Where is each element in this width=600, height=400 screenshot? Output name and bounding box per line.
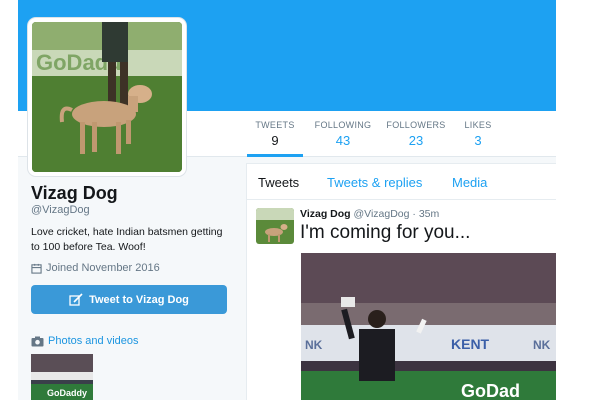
stat-followers[interactable]: FOLLOWERS 23 xyxy=(385,111,447,157)
thumbnail-photo: GoDaddy xyxy=(31,354,93,400)
photos-videos-label: Photos and videos xyxy=(48,335,139,347)
stat-value: 23 xyxy=(408,133,424,148)
media-ad-left-text: NK xyxy=(305,338,323,352)
profile-handle[interactable]: @VizagDog xyxy=(31,204,90,216)
stat-value: 43 xyxy=(335,133,351,148)
tweet-media-photo[interactable]: NK KENT NK GoDad xyxy=(301,253,557,400)
tweet-to-label: Tweet to Vizag Dog xyxy=(89,293,189,306)
timeline-tabs: Tweets Tweets & replies Media xyxy=(247,164,557,200)
tweet-author-handle[interactable]: @VizagDog xyxy=(353,208,409,220)
calendar-icon xyxy=(31,263,42,274)
media-banner-text: GoDad xyxy=(461,381,520,400)
camera-icon xyxy=(31,336,44,346)
tweet-to-button[interactable]: Tweet to Vizag Dog xyxy=(31,285,227,314)
stat-label: FOLLOWERS xyxy=(386,120,446,130)
stat-value: 3 xyxy=(474,133,482,148)
tweet-separator: · xyxy=(412,208,416,220)
tweet-header: Vizag Dog @VizagDog · 35m xyxy=(300,208,439,220)
stat-value: 9 xyxy=(271,133,279,148)
thumbnail-ad-text: GoDaddy xyxy=(47,388,87,398)
tweet-author-name[interactable]: Vizag Dog xyxy=(300,208,351,220)
stat-label: LIKES xyxy=(464,120,492,130)
tweet-avatar-photo xyxy=(256,208,294,244)
tab-tweets[interactable]: Tweets xyxy=(258,175,299,190)
stat-tweets[interactable]: TWEETS 9 xyxy=(247,111,303,157)
tweet-avatar[interactable] xyxy=(256,208,294,244)
tweet-text: I'm coming for you... xyxy=(300,222,471,243)
stat-label: FOLLOWING xyxy=(314,120,372,130)
joined-date: Joined November 2016 xyxy=(31,262,160,274)
timeline: Tweets Tweets & replies Media Vizag Dog … xyxy=(246,163,557,400)
media-ad-mid-text: KENT xyxy=(451,336,490,352)
tweet-timestamp[interactable]: 35m xyxy=(419,208,439,220)
profile-bio: Love cricket, hate Indian batsmen gettin… xyxy=(31,226,223,253)
joined-text: Joined November 2016 xyxy=(46,262,160,274)
tweet-photo: NK KENT NK GoDad xyxy=(301,253,557,400)
tab-media[interactable]: Media xyxy=(452,175,487,190)
avatar-photo: GoDadd xyxy=(32,22,182,172)
media-ad-right-text: NK xyxy=(533,338,551,352)
stat-following[interactable]: FOLLOWING 43 xyxy=(311,111,375,157)
compose-icon xyxy=(69,293,83,306)
profile-avatar[interactable]: GoDadd xyxy=(28,18,186,176)
profile-name[interactable]: Vizag Dog xyxy=(31,183,118,204)
media-thumbnail[interactable]: GoDaddy xyxy=(31,354,93,400)
stat-likes[interactable]: LIKES 3 xyxy=(462,111,494,157)
page-right-margin xyxy=(556,0,600,400)
stat-label: TWEETS xyxy=(255,120,295,130)
photos-videos-link[interactable]: Photos and videos xyxy=(31,335,139,347)
tab-tweets-replies[interactable]: Tweets & replies xyxy=(327,175,422,190)
